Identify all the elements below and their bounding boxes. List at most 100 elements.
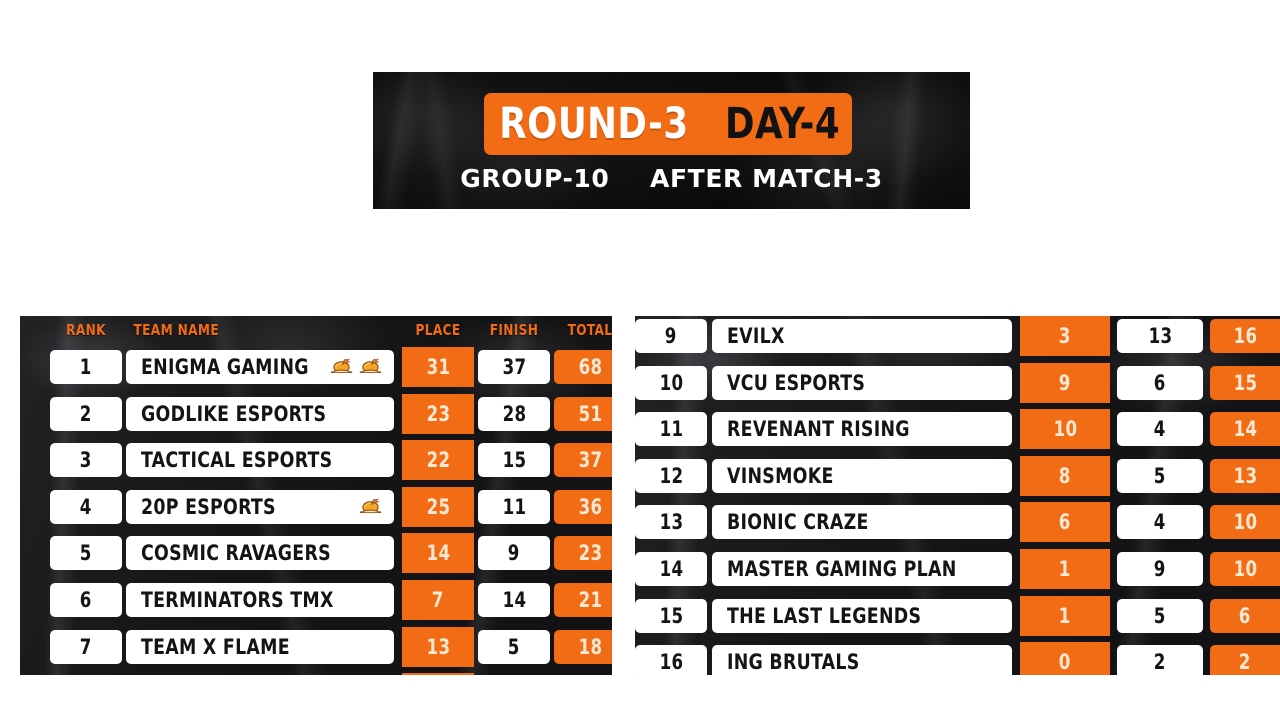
cell-finish-points: 9 [1117, 552, 1203, 586]
cell-place-points: 0 [1020, 642, 1110, 677]
table-row: 12 VINSMOKE 8 5 13 [635, 455, 1280, 496]
cell-place-points: 23 [402, 393, 474, 434]
cell-place-points: 14 [402, 533, 474, 574]
day-label: DAY-4 [725, 98, 841, 149]
standings-table-right: 9 EVILX 3 13 16 10 VCU ESPORTS 9 6 15 11 REVENANT R… [635, 316, 1280, 677]
cell-finish-points: 37 [478, 350, 550, 384]
cell-finish-points: 14 [478, 583, 550, 617]
cell-rank: 16 [635, 645, 707, 677]
round-day-plate: ROUND-3 DAY-4 [484, 93, 852, 155]
cell-rank: 12 [635, 458, 707, 493]
cell-team-name: TERMINATORS TMX [126, 583, 394, 617]
team-name-label: COSMIC RAVAGERS [141, 541, 331, 566]
table-row: 14 MASTER GAMING PLAN 1 9 10 [635, 549, 1280, 589]
cell-total-points: 2 [1210, 645, 1280, 677]
cell-finish-points: 28 [478, 396, 550, 431]
team-name-label: 20P ESPORTS [141, 494, 276, 519]
table-row: 5 COSMIC RAVAGERS 14 9 23 [20, 533, 612, 574]
column-header-place: PLACE [415, 321, 461, 339]
table-row: 2 GODLIKE ESPORTS 23 28 51 [20, 393, 612, 434]
wwcd-badges [359, 497, 386, 517]
cell-finish-points: 6 [1117, 365, 1203, 400]
cell-team-name: ENIGMA GAMING [126, 350, 394, 384]
cell-rank: 2 [50, 396, 122, 431]
cell-total-points: 21 [554, 583, 612, 617]
cell-rank: 4 [50, 489, 122, 524]
team-name-label: THE LAST LEGENDS [727, 603, 922, 628]
cell-finish-points: 4 [1117, 505, 1203, 540]
chicken-dinner-icon [330, 357, 353, 377]
group-label: GROUP-10 [460, 164, 610, 193]
table-header-row: RANK TEAM NAME PLACE FINISH TOTAL [20, 316, 612, 344]
cell-place-points: 13 [402, 626, 474, 667]
cell-finish-points: 9 [478, 536, 550, 571]
table-row: 3 TACTICAL ESPORTS 22 15 37 [20, 440, 612, 481]
team-name-label: TEAM X FLAME [141, 634, 290, 659]
cell-team-name: TACTICAL ESPORTS [126, 443, 394, 478]
team-name-label: EVILX [727, 324, 785, 348]
cell-total-points: 10 [1210, 552, 1280, 586]
cell-total-points: 13 [1210, 458, 1280, 493]
cell-place-points: 9 [1020, 362, 1110, 403]
team-name-label: VINSMOKE [727, 463, 834, 488]
team-name-label: VCU ESPORTS [727, 370, 866, 395]
team-name-label: ENIGMA GAMING [141, 355, 309, 379]
chicken-dinner-icon [359, 497, 382, 517]
cell-rank: 10 [635, 365, 707, 400]
cell-total-points: 68 [554, 350, 612, 384]
table-row: 10 VCU ESPORTS 9 6 15 [635, 362, 1280, 403]
table-row: 11 REVENANT RISING 10 4 14 [635, 409, 1280, 450]
cell-total-points: 37 [554, 443, 612, 478]
team-name-label: TACTICAL ESPORTS [141, 448, 333, 473]
cell-team-name: EVILX [712, 319, 1012, 353]
table-crop-edge [635, 675, 1280, 677]
cell-place-points: 1 [1020, 595, 1110, 636]
cell-total-points: 51 [554, 396, 612, 431]
column-header-team-name: TEAM NAME [133, 321, 219, 339]
cell-team-name: ING BRUTALS [712, 645, 1012, 677]
cell-place-points: 6 [1020, 502, 1110, 543]
table-row: 4 20P ESPORTS 25 11 36 [20, 486, 612, 527]
event-banner: ROUND-3 DAY-4 GROUP-10 AFTER MATCH-3 [373, 72, 970, 209]
cell-team-name: VCU ESPORTS [712, 365, 1012, 400]
cell-place-points: 3 [1020, 316, 1110, 356]
table-row: 1 ENIGMA GAMING 31 37 68 [20, 347, 612, 387]
team-name-label: ING BRUTALS [727, 650, 860, 675]
cell-team-name: THE LAST LEGENDS [712, 598, 1012, 633]
table-row: 16 ING BRUTALS 0 2 2 [635, 642, 1280, 677]
cell-rank: 11 [635, 412, 707, 447]
cell-place-points: 22 [402, 440, 474, 481]
team-name-label: REVENANT RISING [727, 417, 910, 442]
table-row: 13 BIONIC CRAZE 6 4 10 [635, 502, 1280, 543]
team-name-label: MASTER GAMING PLAN [727, 557, 957, 581]
cell-finish-points: 15 [478, 443, 550, 478]
cell-team-name: GODLIKE ESPORTS [126, 396, 394, 431]
banner-subtitle: GROUP-10 AFTER MATCH-3 [373, 164, 970, 193]
column-header-rank: RANK [66, 321, 106, 339]
cell-total-points: 23 [554, 536, 612, 571]
cell-rank: 5 [50, 536, 122, 571]
cell-place-points: 7 [402, 580, 474, 620]
cell-total-points: 18 [554, 629, 612, 664]
column-header-finish: FINISH [489, 321, 539, 339]
team-name-label: GODLIKE ESPORTS [141, 401, 327, 426]
team-name-label: TERMINATORS TMX [141, 588, 334, 612]
column-header-total: TOTAL [567, 321, 612, 339]
cell-finish-points: 13 [1117, 319, 1203, 353]
round-label: ROUND-3 [498, 98, 689, 149]
cell-finish-points: 5 [1117, 458, 1203, 493]
cell-finish-points: 11 [478, 489, 550, 524]
cell-finish-points: 5 [1117, 598, 1203, 633]
cell-team-name: 20P ESPORTS [126, 489, 394, 524]
cell-place-points: 10 [1020, 409, 1110, 450]
table-row: 6 TERMINATORS TMX 7 14 21 [20, 580, 612, 620]
table-row: 9 EVILX 3 13 16 [635, 316, 1280, 356]
cell-rank: 1 [50, 350, 122, 384]
wwcd-badges [330, 357, 386, 377]
cell-place-points: 25 [402, 486, 474, 527]
cell-team-name: MASTER GAMING PLAN [712, 552, 1012, 586]
cell-team-name: REVENANT RISING [712, 412, 1012, 447]
chicken-dinner-icon [359, 357, 382, 377]
standings-table-left: RANK TEAM NAME PLACE FINISH TOTAL 1 ENIGM… [20, 316, 612, 677]
cell-finish-points: 5 [478, 629, 550, 664]
